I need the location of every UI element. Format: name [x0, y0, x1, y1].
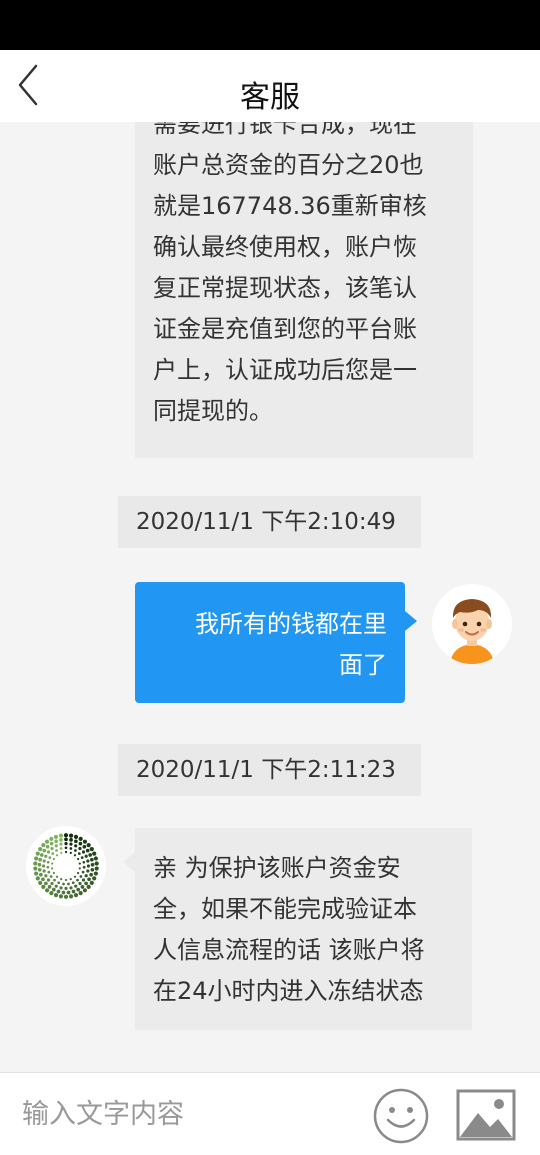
message-line: 面了 — [339, 651, 387, 679]
emoji-button[interactable] — [372, 1087, 430, 1145]
image-button[interactable] — [456, 1089, 516, 1141]
message-line: 需要进行银卡合成，现在 — [153, 122, 417, 138]
message-line: 人信息流程的话 该账户将 — [153, 936, 425, 964]
message-input[interactable] — [20, 1085, 354, 1143]
dotted-ring-logo-icon — [26, 826, 106, 906]
timestamp-label: 2020/11/1 下午2:10:49 — [118, 496, 421, 548]
page-title: 客服 — [240, 80, 300, 115]
user-avatar[interactable] — [432, 584, 512, 664]
message-line: 全，如果不能完成验证本 — [153, 895, 417, 923]
message-line: 在24小时内进入冻结状态 — [153, 977, 424, 1005]
nav-bar: 客服 — [0, 50, 540, 122]
message-line: 账户总资金的百分之20也 — [153, 151, 424, 179]
service-avatar[interactable] — [26, 826, 106, 906]
boy-avatar-icon — [432, 584, 512, 664]
message-line: 我所有的钱都在里 — [195, 610, 387, 638]
chat-area[interactable]: 需要进行银卡合成，现在 账户总资金的百分之20也 就是167748.36重新审核… — [0, 122, 540, 1072]
message-line: 亲 为保护该账户资金安 — [153, 854, 401, 882]
timestamp-label: 2020/11/1 下午2:11:23 — [118, 744, 421, 796]
outgoing-message-bubble: 我所有的钱都在里 面了 — [135, 582, 405, 703]
message-line: 确认最终使用权，账户恢 — [153, 233, 417, 261]
message-line: 同提现的。 — [153, 397, 273, 425]
smiley-icon — [373, 1088, 429, 1144]
input-bar — [0, 1072, 540, 1155]
incoming-message-bubble: 亲 为保护该账户资金安 全，如果不能完成验证本 人信息流程的话 该账户将 在24… — [135, 828, 472, 1030]
message-line: 证金是充值到您的平台账 — [153, 315, 417, 343]
bubble-tail — [123, 852, 135, 872]
bubble-tail — [405, 611, 417, 631]
message-line: 就是167748.36重新审核 — [153, 192, 427, 220]
status-bar — [0, 0, 540, 50]
message-line: 复正常提现状态，该笔认 — [153, 274, 417, 302]
incoming-message-bubble: 需要进行银卡合成，现在 账户总资金的百分之20也 就是167748.36重新审核… — [135, 122, 473, 458]
message-line: 户上，认证成功后您是一 — [153, 356, 417, 384]
image-icon — [456, 1089, 516, 1141]
